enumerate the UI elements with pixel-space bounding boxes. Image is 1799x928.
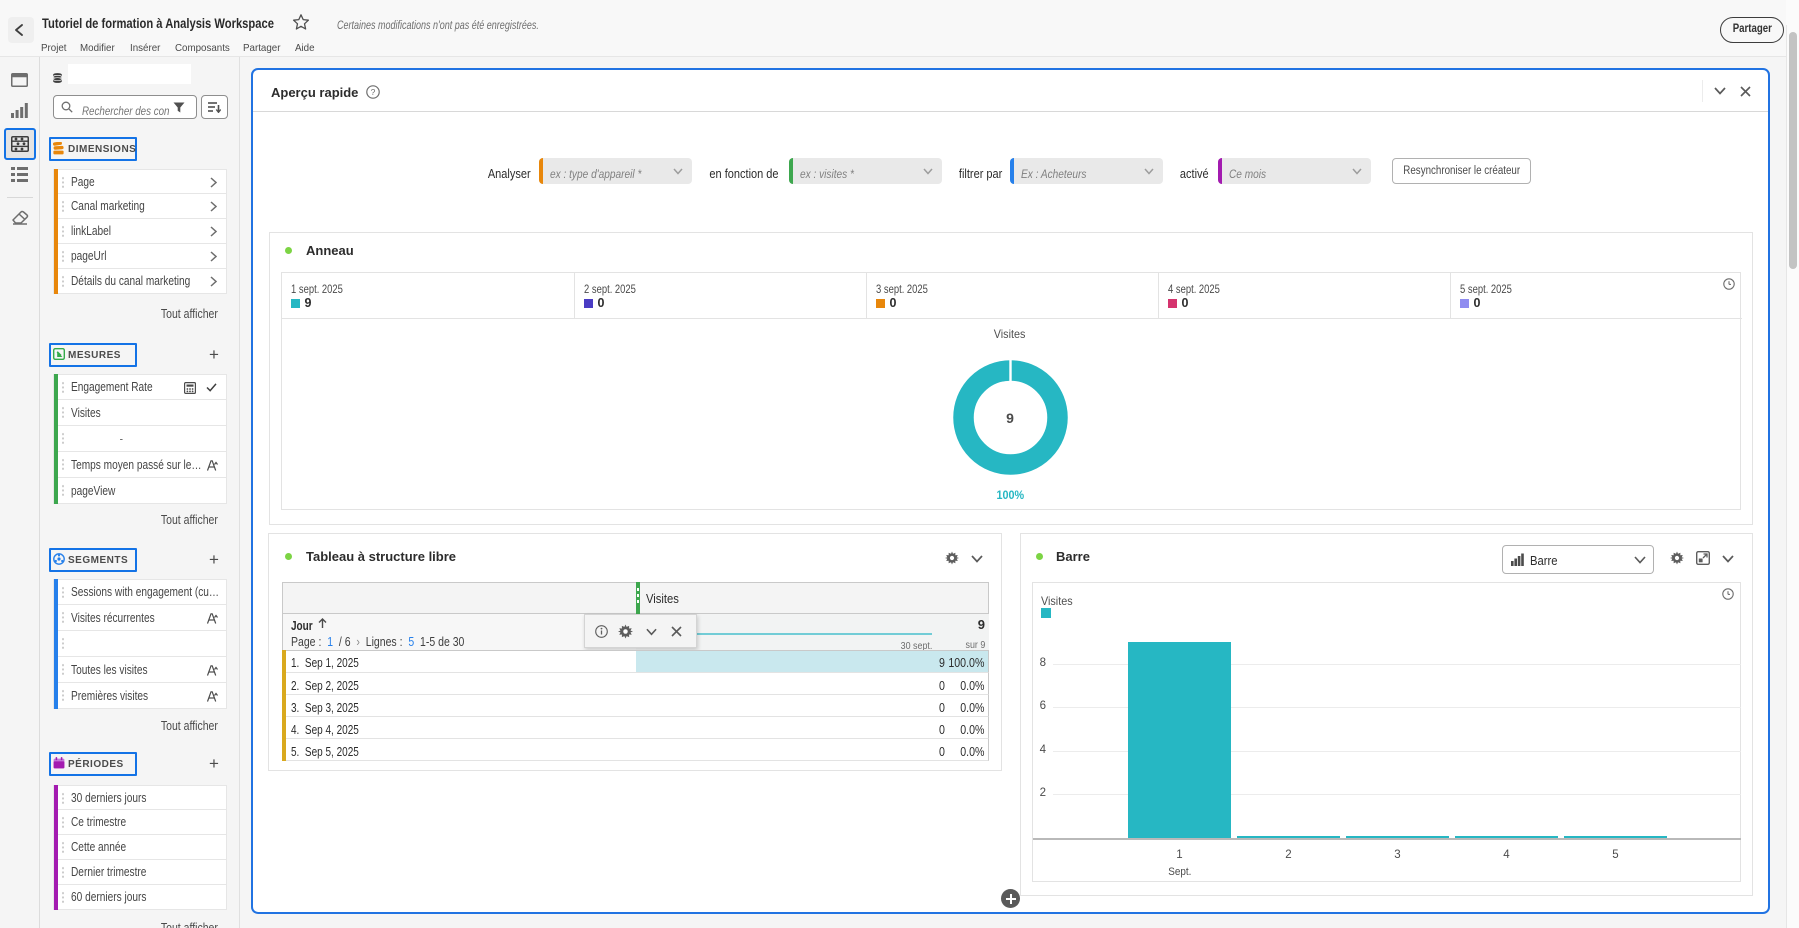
svg-text:?: ? <box>371 87 376 97</box>
